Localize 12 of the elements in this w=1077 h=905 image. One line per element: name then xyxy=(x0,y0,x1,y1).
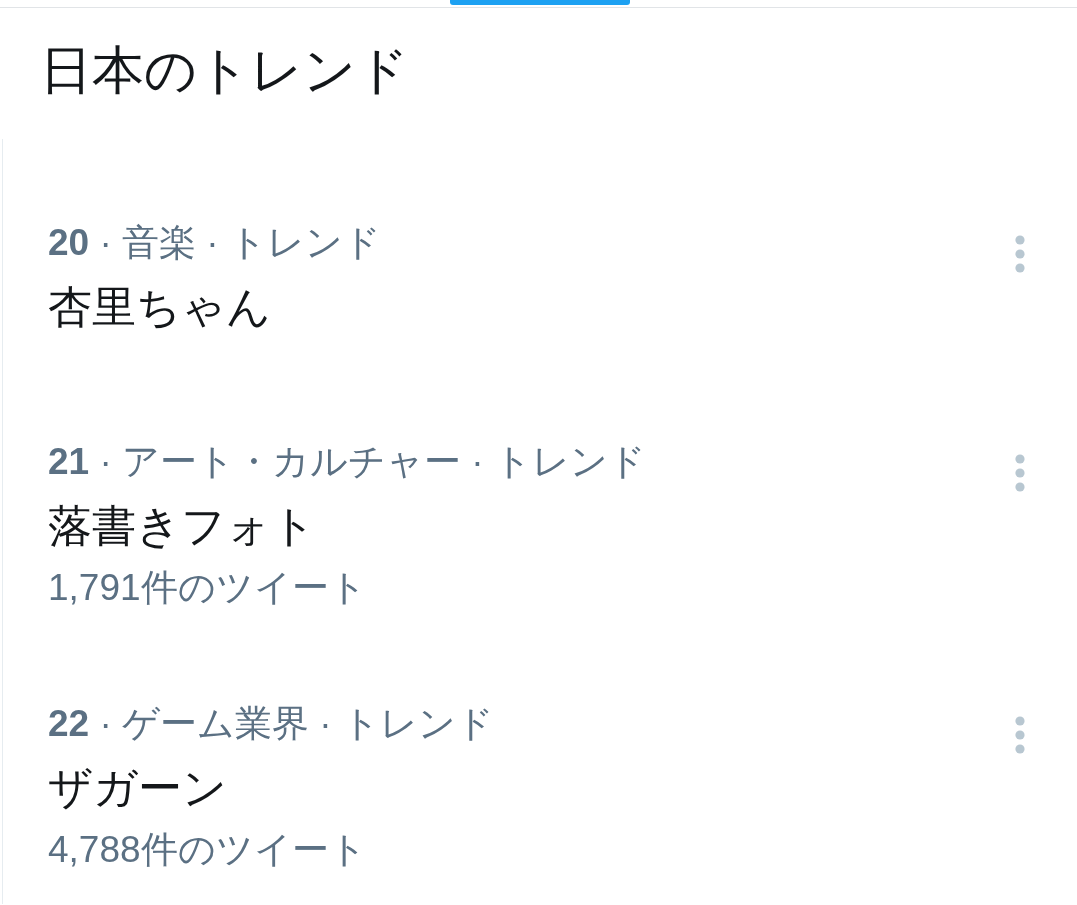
page-title: 日本のトレンド xyxy=(40,40,409,101)
tweet-count: 4,788件のツイート xyxy=(48,828,367,872)
trend-context: 22 · ゲーム業界 · トレンド xyxy=(48,702,494,746)
trend-name-link[interactable]: ザガーン xyxy=(48,760,227,816)
trend-context: 20 · 音楽 · トレンド xyxy=(48,221,381,265)
more-options-icon[interactable] xyxy=(1015,716,1025,754)
trend-context: 21 · アート・カルチャー · トレンド xyxy=(48,440,646,484)
more-options-icon[interactable] xyxy=(1015,235,1025,273)
tweet-count: 1,791件のツイート xyxy=(48,566,367,610)
more-options-icon[interactable] xyxy=(1015,454,1025,492)
trend-name-link[interactable]: 杏里ちゃん xyxy=(48,279,271,335)
trend-name-link[interactable]: 落書きフォト xyxy=(48,498,316,554)
